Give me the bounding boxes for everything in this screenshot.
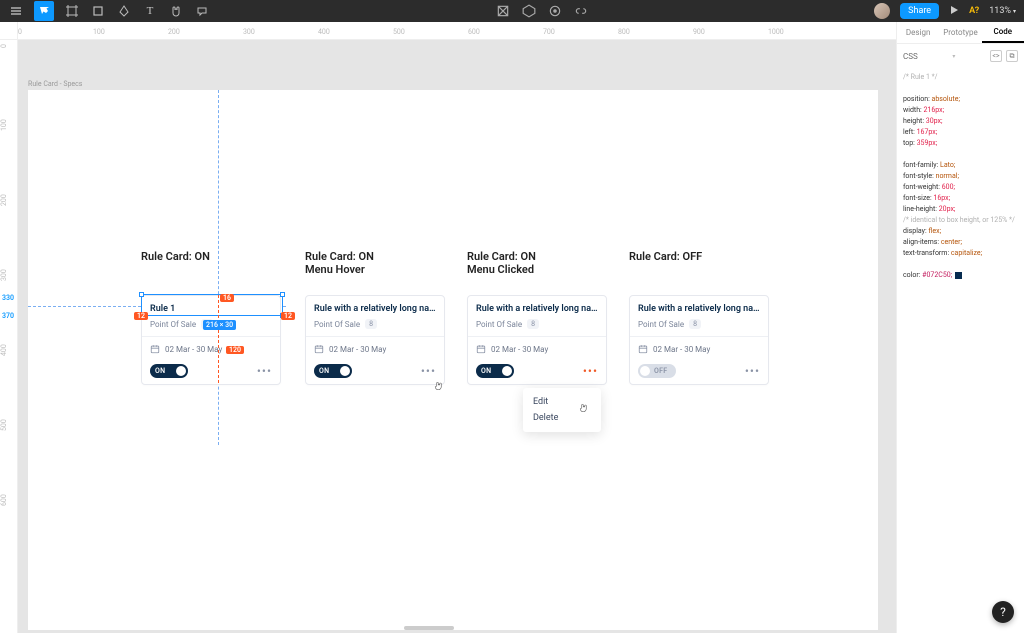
avatar[interactable] [874,3,890,19]
ruler-horizontal: 01002003004005006007008009001000 [18,22,896,40]
pen-tool-icon[interactable] [116,3,132,19]
comment-tool-icon[interactable] [194,3,210,19]
frame-label: Rule Card - Specs [28,80,82,88]
col-title-3: Rule Card: ON Menu Clicked [467,250,536,276]
frame-tool-icon[interactable] [64,3,80,19]
col-title-2: Rule Card: ON Menu Hover [305,250,374,276]
calendar-icon [476,344,486,354]
rule-title: Rule with a relatively long na... [314,304,436,314]
share-button[interactable]: Share [900,3,939,19]
rule-title: Rule with a relatively long na... [638,304,760,314]
hand-tool-icon[interactable] [168,3,184,19]
cursor-icon [433,380,445,392]
inspector-tabs: Design Prototype Code [897,22,1024,44]
rule-dates: 02 Mar - 30 May [653,345,710,354]
more-icon[interactable]: ••• [583,364,598,378]
color-swatch [955,272,962,279]
calendar-icon [638,344,648,354]
cursor-icon [578,402,590,414]
center-tool-1-icon[interactable] [496,4,510,18]
rule-title: Rule with a relatively long na... [476,304,598,314]
horizontal-scrollbar[interactable] [404,626,454,630]
top-toolbar: T Share A? 113%▾ [0,0,1024,22]
inspector-panel: Design Prototype Code CSS ▾ <> ⧉ /* Rule… [896,22,1024,633]
move-tool-icon[interactable] [34,1,54,21]
rule-channel: Point Of Sale [150,320,196,329]
ruler-corner [0,22,18,40]
dev-badge[interactable]: A? [969,6,979,16]
gap-pill-bottom: 120 [226,346,244,354]
rule-title: Rule 1 [150,304,272,314]
rule-count-badge: 8 [365,319,377,329]
rule-count-badge: 8 [689,319,701,329]
rule-card-off[interactable]: Rule with a relatively long na... Point … [629,295,769,385]
rule-toggle[interactable]: ON [314,364,352,378]
canvas[interactable]: 01002003004005006007008009001000 0100200… [0,22,896,633]
guide-vertical [218,295,219,383]
more-icon[interactable]: ••• [421,364,436,378]
gap-pill-left: 12 [134,312,148,320]
css-section-label: CSS [903,52,918,61]
rectangle-tool-icon[interactable] [90,3,106,19]
tab-code[interactable]: Code [982,22,1024,43]
rule-card-on[interactable]: Rule 1 Point Of Sale8 02 Mar - 30 May ON… [141,295,281,385]
tab-design[interactable]: Design [897,22,939,43]
rule-toggle[interactable]: ON [150,364,188,378]
calendar-icon [150,344,160,354]
rule-card-hover[interactable]: Rule with a relatively long na... Point … [305,295,445,385]
rule-card-clicked[interactable]: Rule with a relatively long na... Point … [467,295,607,385]
calendar-icon [314,344,324,354]
rule-dates: 02 Mar - 30 May [165,345,222,354]
rule-toggle[interactable]: ON [476,364,514,378]
rule-channel: Point Of Sale [314,320,360,329]
dimension-pill: 216 × 30 [203,320,236,330]
more-icon[interactable]: ••• [745,364,760,378]
zoom-control[interactable]: 113%▾ [989,6,1016,16]
center-tool-3-icon[interactable] [548,4,562,18]
col-title-4: Rule Card: OFF [629,250,702,263]
text-tool-icon[interactable]: T [142,3,158,19]
menu-icon[interactable] [8,3,24,19]
center-tool-4-icon[interactable] [574,4,588,18]
col-title-1: Rule Card: ON [141,250,210,263]
code-icon[interactable]: <> [990,50,1002,62]
rule-channel: Point Of Sale [638,320,684,329]
ruler-vertical: 0100200300400500600 330 370 [0,40,18,633]
gap-pill-top: 16 [220,294,234,302]
rule-count-badge: 8 [527,319,539,329]
rule-toggle[interactable]: OFF [638,364,676,378]
gap-pill-right: 12 [281,312,295,320]
help-fab[interactable]: ? [992,601,1014,623]
rule-dates: 02 Mar - 30 May [329,345,386,354]
rule-dates: 02 Mar - 30 May [491,345,548,354]
present-icon[interactable] [949,5,959,18]
artboard[interactable]: Rule Card - Specs Rule Card: ON Rule Car… [28,90,878,630]
rule-channel: Point Of Sale [476,320,522,329]
tab-prototype[interactable]: Prototype [939,22,981,43]
center-tool-2-icon[interactable] [522,4,536,18]
css-code[interactable]: /* Rule 1 */ position: absolute; width: … [897,68,1024,285]
copy-icon[interactable]: ⧉ [1006,50,1018,62]
more-icon[interactable]: ••• [257,364,272,378]
